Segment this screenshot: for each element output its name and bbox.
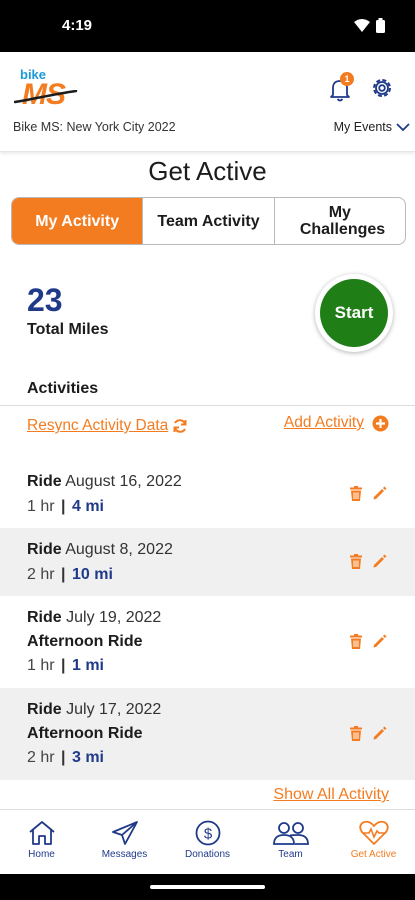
activity-stats: 2 hr | 3 mi [27, 749, 104, 767]
nav-label-donations: Donations [184, 849, 231, 860]
battery-icon [376, 18, 385, 33]
event-name: Bike MS: New York City 2022 [13, 120, 176, 134]
dollar-coin-icon: $ [195, 820, 220, 846]
activity-item[interactable]: Ride July 17, 2022 Afternoon Ride 2 hr |… [0, 688, 415, 780]
tab-team-activity[interactable]: Team Activity [143, 198, 275, 244]
nav-label-messages: Messages [101, 849, 148, 860]
stats-separator: | [61, 498, 66, 515]
activity-type: Ride [27, 541, 62, 558]
show-all-activity-link[interactable]: Show All Activity [273, 786, 389, 804]
nav-label-home: Home [28, 849, 55, 860]
wifi-icon [354, 19, 370, 32]
status-icons [354, 18, 385, 33]
my-events-label: My Events [333, 120, 392, 134]
resync-label: Resync Activity Data [27, 417, 169, 434]
refresh-icon [173, 419, 187, 433]
activity-distance: 3 mi [71, 749, 104, 766]
add-activity-label: Add Activity [283, 414, 364, 431]
home-indicator[interactable] [150, 885, 265, 889]
trash-icon[interactable] [349, 486, 363, 501]
tab-my-challenges-label: My Challenges [299, 204, 386, 238]
activity-actions [349, 486, 387, 501]
pencil-icon[interactable] [372, 486, 387, 501]
nav-item-donations[interactable]: $ Donations [166, 810, 249, 874]
total-miles-label: Total Miles [27, 321, 109, 338]
activity-type: Ride [27, 609, 62, 626]
paper-plane-icon [111, 821, 138, 845]
activity-distance: 4 mi [71, 498, 104, 515]
notification-badge: 1 [340, 72, 354, 86]
activity-actions [349, 634, 387, 649]
activity-duration: 2 hr [27, 566, 55, 583]
app-header: bike MS Bike MS: New York City 2022 My E… [0, 52, 415, 152]
stats-separator: | [61, 566, 66, 583]
start-button[interactable]: Start [320, 279, 388, 347]
activity-title: Ride July 19, 2022 [27, 609, 161, 627]
tab-my-activity[interactable]: My Activity [12, 198, 144, 244]
bottom-tab-bar: Home Messages $ Donations Team Get Activ… [0, 809, 415, 874]
trash-icon[interactable] [349, 634, 363, 649]
nav-item-messages[interactable]: Messages [83, 810, 166, 874]
activity-distance: 1 mi [71, 657, 104, 674]
pencil-icon[interactable] [372, 634, 387, 649]
activity-actions [349, 554, 387, 569]
activity-stats: 2 hr | 10 mi [27, 566, 113, 584]
activity-duration: 2 hr [27, 749, 55, 766]
trash-icon[interactable] [349, 554, 363, 569]
gear-icon[interactable] [369, 75, 395, 101]
chevron-down-icon [396, 122, 410, 131]
activity-distance: 10 mi [71, 566, 113, 583]
activity-actions [349, 726, 387, 741]
activity-tabs: My Activity Team Activity My Challenges [11, 197, 406, 245]
activity-date: July 19, 2022 [66, 609, 162, 626]
activity-duration: 1 hr [27, 498, 55, 515]
status-bar: 4:19 [0, 0, 415, 52]
app-screen: bike MS Bike MS: New York City 2022 My E… [0, 52, 415, 874]
nav-label-get-active: Get Active [350, 849, 397, 860]
activity-type: Ride [27, 473, 62, 490]
trash-icon[interactable] [349, 726, 363, 741]
tab-my-challenges[interactable]: My Challenges [275, 198, 405, 244]
activity-stats: 1 hr | 1 mi [27, 657, 104, 675]
pencil-icon[interactable] [372, 554, 387, 569]
total-miles-value: 23 [27, 282, 63, 318]
status-time: 4:19 [62, 17, 93, 34]
svg-text:$: $ [203, 826, 212, 843]
activity-title: Ride August 16, 2022 [27, 473, 182, 491]
activity-title: Ride July 17, 2022 [27, 701, 161, 719]
system-navigation-bar [0, 874, 415, 900]
activity-item[interactable]: Ride July 19, 2022 Afternoon Ride 1 hr |… [0, 596, 415, 688]
activity-title: Ride August 8, 2022 [27, 541, 173, 559]
resync-activity-link[interactable]: Resync Activity Data [27, 417, 188, 435]
pencil-icon[interactable] [372, 726, 387, 741]
activity-type: Ride [27, 701, 62, 718]
start-button-ring: Start [315, 274, 393, 352]
activity-date: August 16, 2022 [65, 473, 182, 490]
home-icon [28, 821, 55, 845]
nav-label-team: Team [278, 849, 303, 860]
activity-date: August 8, 2022 [65, 541, 173, 558]
divider [0, 405, 415, 406]
nav-item-get-active[interactable]: Get Active [332, 810, 415, 874]
activity-stats: 1 hr | 4 mi [27, 498, 104, 516]
activity-item[interactable]: Ride August 8, 2022 2 hr | 10 mi [0, 528, 415, 596]
my-events-dropdown[interactable]: My Events [334, 120, 410, 134]
activity-subtitle: Afternoon Ride [27, 633, 143, 650]
stats-separator: | [61, 657, 66, 674]
activity-duration: 1 hr [27, 657, 55, 674]
activity-subtitle: Afternoon Ride [27, 725, 143, 742]
activity-item[interactable]: Ride August 16, 2022 1 hr | 4 mi [0, 460, 415, 528]
nav-item-home[interactable]: Home [0, 810, 83, 874]
stats-separator: | [61, 749, 66, 766]
activity-date: July 17, 2022 [66, 701, 162, 718]
logo-strike-icon [14, 90, 78, 104]
bike-ms-logo: bike MS [14, 66, 94, 112]
add-activity-link[interactable]: Add Activity [284, 414, 389, 432]
page-title: Get Active [148, 156, 267, 186]
nav-item-team[interactable]: Team [249, 810, 332, 874]
plus-circle-icon [372, 415, 389, 431]
team-icon [272, 822, 309, 845]
heart-pulse-icon [358, 820, 389, 845]
activities-heading: Activities [27, 380, 99, 397]
